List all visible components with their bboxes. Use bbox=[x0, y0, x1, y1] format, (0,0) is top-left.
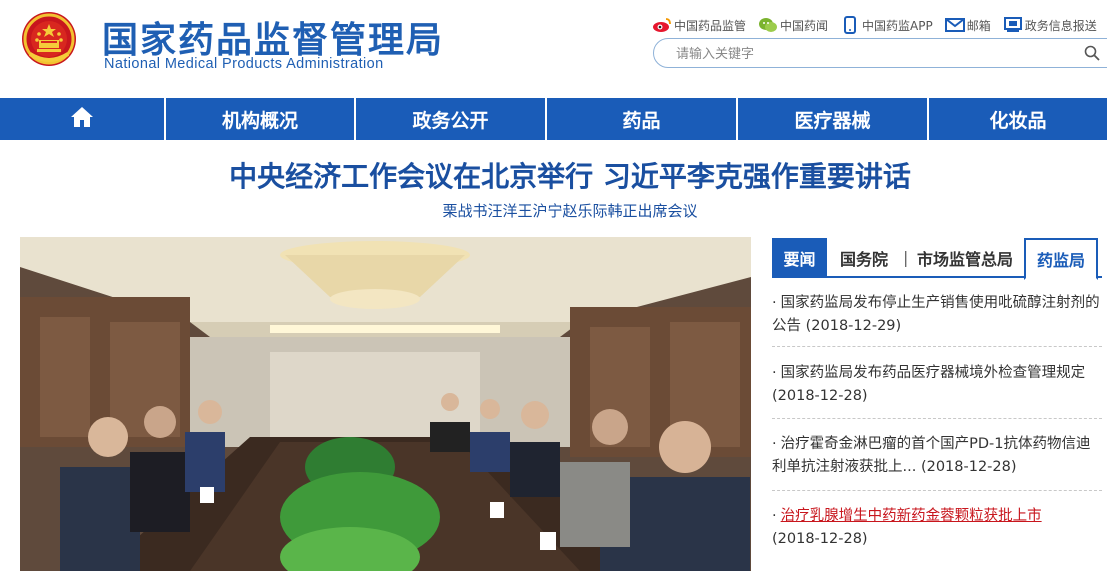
toplink-mail[interactable]: 邮箱 bbox=[944, 16, 991, 34]
toplink-app[interactable]: 中国药监APP bbox=[840, 16, 933, 34]
nav-item-jigou[interactable]: 机构概况 bbox=[166, 98, 356, 140]
tab-guowuyuan[interactable]: 国务院 bbox=[836, 238, 892, 278]
mobile-icon bbox=[840, 16, 860, 34]
headline-subtitle: 栗战书汪洋王沪宁赵乐际韩正出席会议 bbox=[442, 202, 698, 220]
tab-shichang[interactable]: 市场监管总局 bbox=[915, 238, 1015, 278]
nav-item-huazhuang[interactable]: 化妆品 bbox=[929, 98, 1107, 140]
news-link[interactable]: 国家药监局发布药品医疗器械境外检查管理规定 bbox=[781, 365, 1086, 381]
site-subtitle-en[interactable]: National Medical Products Administration bbox=[104, 56, 384, 72]
bullet: · bbox=[772, 295, 777, 311]
news-date: (2018-12-28) bbox=[920, 459, 1017, 475]
news-item: · 治疗霍奇金淋巴瘤的首个国产PD-1抗体药物信迪利单抗注射液获批上... (20… bbox=[772, 433, 1102, 479]
divider bbox=[772, 418, 1102, 419]
news-date: (2018-12-28) bbox=[772, 531, 868, 547]
toplink-wechat[interactable]: 中国药闻 bbox=[758, 16, 828, 34]
search-input[interactable] bbox=[676, 44, 1056, 64]
toplink-label: 中国药闻 bbox=[780, 18, 829, 33]
news-item: · 治疗乳腺增生中药新药金蓉颗粒获批上市 (2018-12-28) bbox=[772, 505, 1102, 551]
monitor-icon bbox=[1003, 16, 1023, 34]
weibo-icon bbox=[652, 16, 672, 34]
toplink-label: 邮箱 bbox=[966, 18, 991, 33]
home-icon bbox=[70, 106, 94, 133]
headline-title[interactable]: 中央经济工作会议在北京举行 习近平李克强作重要讲话 bbox=[0, 155, 1107, 195]
news-item: · 国家药监局发布停止生产销售使用吡硫醇注射剂的公告 (2018-12-29) bbox=[772, 292, 1102, 338]
toplink-weibo[interactable]: 中国药品监管 bbox=[652, 16, 746, 34]
nav-home[interactable] bbox=[0, 98, 166, 140]
nav-item-yaopin[interactable]: 药品 bbox=[547, 98, 738, 140]
bullet: · bbox=[772, 508, 777, 524]
wechat-icon bbox=[758, 16, 778, 34]
tab-yaowen[interactable]: 要闻 bbox=[772, 238, 827, 278]
site-header: 国家药品监督管理局 National Medical Products Admi… bbox=[0, 0, 1107, 98]
meeting-photo-image bbox=[20, 237, 751, 571]
national-emblem-icon[interactable] bbox=[20, 10, 78, 68]
bullet: · bbox=[772, 365, 777, 381]
toplink-label: 政务信息报送 bbox=[1024, 18, 1097, 33]
news-date: (2018-12-29) bbox=[805, 318, 902, 334]
search-box bbox=[653, 38, 1107, 68]
divider bbox=[772, 346, 1102, 347]
tab-yaojianju[interactable]: 药监局 bbox=[1024, 238, 1098, 280]
mail-icon bbox=[944, 16, 965, 34]
bullet: · bbox=[772, 436, 777, 452]
toplink-label: 中国药监APP bbox=[862, 18, 933, 33]
toplink-report[interactable]: 政务信息报送 bbox=[1003, 16, 1097, 34]
news-photo[interactable] bbox=[20, 237, 751, 571]
news-link[interactable]: 治疗乳腺增生中药新药金蓉颗粒获批上市 bbox=[781, 508, 1042, 524]
divider bbox=[772, 490, 1102, 491]
main-nav: 机构概况 政务公开 药品 医疗器械 化妆品 bbox=[0, 98, 1107, 140]
top-links: 中国药品监管 中国药闻 中国药监APP 邮箱 政务信息报送 bbox=[652, 14, 1097, 36]
news-item: · 国家药监局发布药品医疗器械境外检查管理规定 (2018-12-28) bbox=[772, 362, 1102, 408]
news-tabs: 要闻 国务院 | 市场监管总局 药监局 bbox=[772, 238, 1102, 280]
nav-item-zhengwu[interactable]: 政务公开 bbox=[356, 98, 547, 140]
nav-item-yiliao[interactable]: 医疗器械 bbox=[738, 98, 929, 140]
tab-separator: | bbox=[903, 248, 909, 267]
toplink-label: 中国药品监管 bbox=[674, 18, 747, 33]
search-icon[interactable] bbox=[1084, 45, 1100, 65]
news-date: (2018-12-28) bbox=[772, 388, 868, 404]
